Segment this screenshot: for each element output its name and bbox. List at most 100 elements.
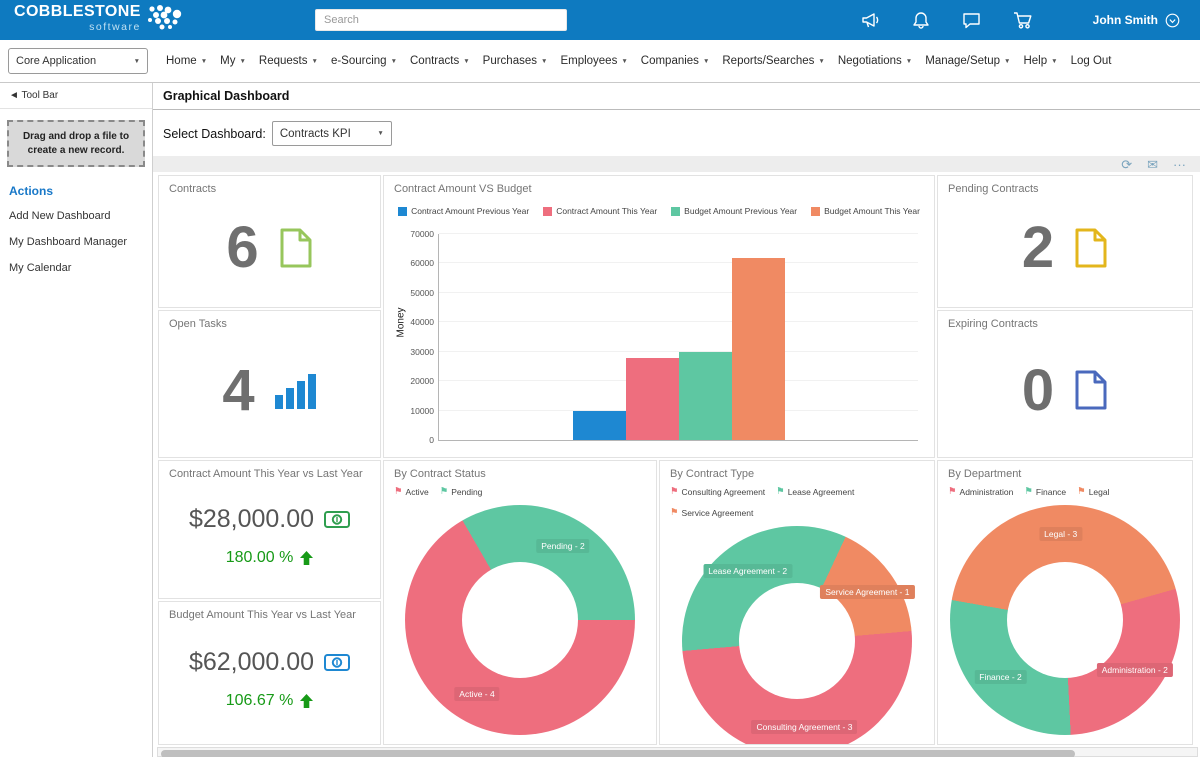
legend-item: ⚑Administration (948, 487, 1013, 497)
chevron-down-icon: ▼ (134, 58, 140, 65)
nav-item-help[interactable]: Help▼ (1023, 55, 1057, 67)
nav-item-negotiations[interactable]: Negotiations▼ (838, 55, 912, 67)
y-tick-label: 40000 (410, 317, 434, 327)
dashboard-select-value: Contracts KPI (280, 128, 351, 140)
chevron-down-icon: ▼ (541, 58, 547, 65)
nav-item-log-out[interactable]: Log Out (1071, 55, 1112, 67)
nav-item-reports-searches[interactable]: Reports/Searches▼ (722, 55, 824, 67)
legend-swatch-icon (671, 207, 680, 216)
sidebar-link-add-new-dashboard[interactable]: Add New Dashboard (9, 210, 143, 222)
sidebar-link-my-calendar[interactable]: My Calendar (9, 262, 143, 274)
nav-item-requests[interactable]: Requests▼ (259, 55, 318, 67)
document-icon (1074, 369, 1108, 411)
cobblestone-logo[interactable]: COBBLESTONE software (14, 4, 186, 36)
slice-label: Finance - 2 (974, 670, 1027, 684)
widget-by-department: By Department ⚑Administration⚑Finance⚑Le… (937, 460, 1193, 745)
nav-item-home[interactable]: Home▼ (166, 55, 207, 67)
bar-budget-amount-this-year (732, 258, 785, 440)
widget-title: Open Tasks (159, 311, 380, 330)
widget-contracts: Contracts 6 (158, 175, 381, 308)
dashboard-select[interactable]: Contracts KPI ▼ (272, 121, 392, 146)
nav-item-my[interactable]: My▼ (220, 55, 246, 67)
legend-item: Contract Amount This Year (543, 206, 657, 216)
nav-item-purchases[interactable]: Purchases▼ (483, 55, 548, 67)
flag-icon: ⚑ (440, 487, 449, 497)
chevron-down-icon: ▼ (463, 58, 469, 65)
content-area: ◄ Tool Bar Drag and drop a file to creat… (0, 83, 1200, 757)
y-tick-label: 20000 (410, 376, 434, 386)
widget-expiring-contracts: Expiring Contracts 0 (937, 310, 1193, 458)
widget-by-contract-status: By Contract Status ⚑Active⚑Pending Pendi… (383, 460, 657, 745)
chevron-down-icon: ▼ (1004, 58, 1010, 65)
file-dropzone[interactable]: Drag and drop a file to create a new rec… (7, 120, 145, 167)
slice-label: Legal - 3 (1039, 527, 1082, 541)
chevron-down-icon (1165, 13, 1180, 28)
chart-legend: ⚑Administration⚑Finance⚑Legal (948, 487, 1192, 497)
y-tick-label: 60000 (410, 258, 434, 268)
application-select-value: Core Application (16, 55, 96, 67)
chevron-down-icon: ▼ (377, 130, 383, 137)
logo-subtitle: software (89, 22, 141, 33)
nav-item-companies[interactable]: Companies▼ (641, 55, 710, 67)
topbar-icons (861, 11, 1033, 29)
donut-hole (462, 562, 578, 678)
slice-label: Pending - 2 (536, 539, 589, 553)
nav-item-employees[interactable]: Employees▼ (560, 55, 627, 67)
sidebar-link-my-dashboard-manager[interactable]: My Dashboard Manager (9, 236, 143, 248)
bar-budget-amount-previous-year (679, 352, 732, 440)
donut-chart: Pending - 2 Active - 4 (405, 505, 635, 735)
chevron-down-icon: ▼ (201, 58, 207, 65)
nav-item-e-sourcing[interactable]: e-Sourcing▼ (331, 55, 397, 67)
cart-icon[interactable] (1013, 11, 1033, 29)
money-value: $28,000.00 (189, 505, 314, 534)
widget-contract-amount-vs-budget: Contract Amount VS Budget Contract Amoun… (383, 175, 935, 458)
chevron-down-icon: ▼ (312, 58, 318, 65)
main-nav: Core Application ▼ Home▼ My▼ Requests▼ e… (0, 40, 1200, 83)
toolbar-collapse-button[interactable]: ◄ Tool Bar (0, 83, 152, 109)
nav-item-manage-setup[interactable]: Manage/Setup▼ (925, 55, 1010, 67)
flag-icon: ⚑ (670, 487, 679, 497)
chevron-down-icon: ▼ (391, 58, 397, 65)
y-tick-label: 50000 (410, 288, 434, 298)
chevron-down-icon: ▼ (621, 58, 627, 65)
export-icon[interactable]: ✉ (1147, 158, 1158, 171)
up-arrow-icon (300, 551, 313, 565)
flag-icon: ⚑ (670, 508, 679, 518)
widget-title: Budget Amount This Year vs Last Year (159, 602, 380, 621)
legend-item: Budget Amount This Year (811, 206, 920, 216)
document-icon (279, 227, 313, 269)
nav-menu: Home▼ My▼ Requests▼ e-Sourcing▼ Contract… (166, 55, 1200, 67)
megaphone-icon[interactable] (861, 11, 880, 29)
up-arrow-icon (300, 694, 313, 708)
legend-swatch-icon (543, 207, 552, 216)
widget-title: Pending Contracts (938, 176, 1192, 195)
more-options-icon[interactable]: ··· (1173, 158, 1186, 171)
refresh-icon[interactable]: ⟳ (1121, 158, 1132, 171)
slice-label: Active - 4 (454, 687, 499, 701)
horizontal-scrollbar[interactable] (157, 747, 1198, 757)
select-dashboard-label: Select Dashboard: (163, 127, 266, 141)
donut-hole (739, 583, 855, 699)
chat-icon[interactable] (962, 12, 981, 29)
application-select[interactable]: Core Application ▼ (8, 48, 148, 74)
cash-icon (324, 511, 350, 528)
chart-title: Contract Amount VS Budget (384, 176, 934, 195)
bell-icon[interactable] (912, 11, 930, 29)
legend-item: ⚑Service Agreement (670, 508, 753, 518)
legend-item: ⚑Lease Agreement (776, 487, 854, 497)
widget-pending-contracts: Pending Contracts 2 (937, 175, 1193, 308)
chevron-down-icon: ▼ (818, 58, 824, 65)
chevron-down-icon: ▼ (239, 58, 245, 65)
user-name: John Smith (1093, 13, 1158, 27)
bar-plot: 010000200003000040000500006000070000 (438, 234, 918, 441)
y-tick-label: 0 (429, 435, 434, 445)
bar-chart-legend: Contract Amount Previous Year Contract Am… (384, 206, 934, 216)
user-menu[interactable]: John Smith (1093, 13, 1180, 28)
nav-item-contracts[interactable]: Contracts▼ (410, 55, 470, 67)
legend-item: ⚑Active (394, 487, 429, 497)
dashboard-toolbar: ⟳ ✉ ··· (153, 156, 1200, 172)
legend-item: Contract Amount Previous Year (398, 206, 529, 216)
scrollbar-thumb[interactable] (161, 750, 1075, 757)
donut-chart: Lease Agreement - 2Service Agreement - 1… (682, 526, 912, 745)
search-input[interactable] (315, 9, 567, 31)
